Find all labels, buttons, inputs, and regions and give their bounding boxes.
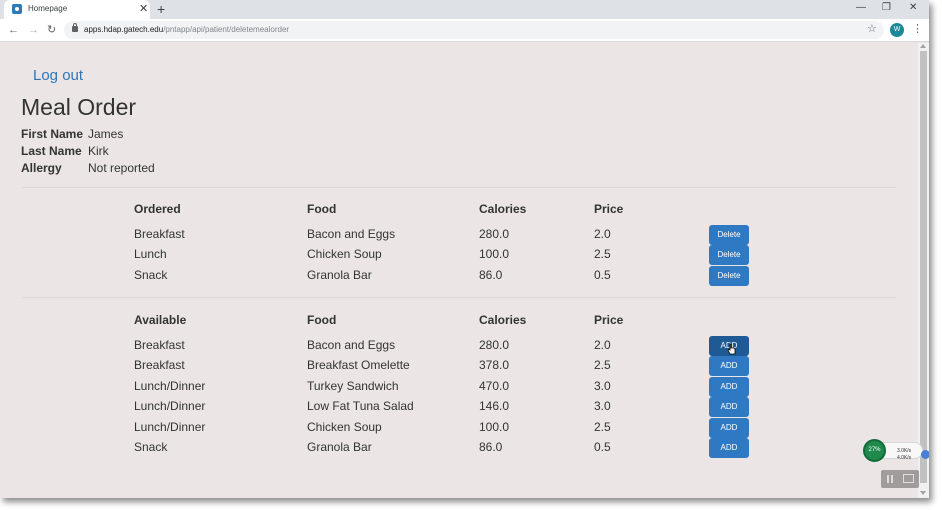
price-cell: 2.0: [594, 338, 611, 352]
last-name-label: Last Name: [21, 144, 82, 158]
ordered-header-calories: Calories: [479, 202, 527, 216]
tab-title: Homepage: [28, 4, 68, 13]
logout-link[interactable]: Log out: [33, 67, 83, 84]
minimize-icon[interactable]: —: [856, 1, 866, 15]
meal-cell: Snack: [134, 268, 168, 282]
divider: [22, 297, 896, 298]
page-title: Meal Order: [21, 94, 137, 120]
calories-cell: 280.0: [479, 227, 510, 241]
tab-homepage[interactable]: Homepage ✕: [4, 0, 150, 19]
food-cell: Granola Bar: [307, 440, 372, 454]
food-cell: Granola Bar: [307, 268, 372, 282]
food-cell: Bacon and Eggs: [307, 338, 396, 352]
back-arrow-icon[interactable]: ←: [8, 22, 19, 38]
delete-button[interactable]: Delete: [709, 225, 749, 245]
cpu-usage-badge: 27%: [863, 439, 886, 462]
allergy-value: Not reported: [88, 161, 155, 175]
more-menu-icon[interactable]: ⋮: [912, 22, 923, 36]
new-tab-button[interactable]: +: [157, 0, 165, 19]
calories-cell: 86.0: [479, 440, 503, 454]
calories-cell: 470.0: [479, 379, 510, 393]
scroll-thumb[interactable]: [920, 51, 927, 483]
vertical-scrollbar[interactable]: [918, 43, 929, 498]
price-cell: 2.5: [594, 247, 611, 261]
last-name-value: Kirk: [88, 144, 109, 158]
meal-cell: Breakfast: [134, 358, 185, 372]
available-header-food: Food: [307, 313, 337, 327]
network-monitor-widget[interactable]: 3.0K/s 4.0K/s 27%: [863, 439, 929, 462]
ordered-header-price: Price: [594, 202, 624, 216]
food-cell: Bacon and Eggs: [307, 227, 396, 241]
page-content: Log out Meal Order First Name James Last…: [0, 43, 918, 498]
add-button[interactable]: ADD: [709, 356, 749, 376]
delete-button[interactable]: Delete: [709, 245, 749, 265]
price-cell: 0.5: [594, 440, 611, 454]
url-text[interactable]: apps.hdap.gatech.edu/pntapp/api/patient/…: [84, 25, 289, 34]
price-cell: 2.5: [594, 358, 611, 372]
calories-cell: 146.0: [479, 399, 510, 413]
food-cell: Low Fat Tuna Salad: [307, 399, 414, 413]
close-window-icon[interactable]: ✕: [909, 1, 917, 15]
lock-icon[interactable]: [72, 23, 78, 32]
add-button[interactable]: ADD: [709, 418, 749, 438]
meal-cell: Lunch/Dinner: [134, 379, 206, 393]
browser-window: Homepage ✕ + — ❐ ✕ ← → ↻ apps.hdap.gatec…: [0, 0, 929, 498]
food-cell: Breakfast Omelette: [307, 358, 410, 372]
meal-cell: Lunch: [134, 247, 167, 261]
forward-arrow-icon[interactable]: →: [28, 22, 39, 38]
bookmark-star-icon[interactable]: ☆: [867, 22, 877, 36]
price-cell: 2.5: [594, 420, 611, 434]
food-cell: Chicken Soup: [307, 420, 382, 434]
available-header-price: Price: [594, 313, 624, 327]
meal-cell: Lunch/Dinner: [134, 420, 206, 434]
upload-speed: 3.0K/s: [897, 448, 912, 454]
meal-cell: Snack: [134, 440, 168, 454]
restore-icon[interactable]: ❐: [882, 1, 891, 15]
recording-controls: [881, 470, 919, 488]
price-cell: 3.0: [594, 399, 611, 413]
divider: [22, 187, 896, 188]
calories-cell: 100.0: [479, 247, 510, 261]
available-header-meal: Available: [134, 313, 187, 327]
profile-avatar[interactable]: W: [890, 23, 904, 37]
calories-cell: 86.0: [479, 268, 503, 282]
calories-cell: 378.0: [479, 358, 510, 372]
monitor-logo-icon: [921, 450, 929, 459]
screen-icon[interactable]: [903, 474, 914, 483]
add-button[interactable]: ADD: [709, 377, 749, 397]
browser-toolbar: ← → ↻ apps.hdap.gatech.edu/pntapp/api/pa…: [0, 19, 929, 42]
price-cell: 0.5: [594, 268, 611, 282]
ordered-header-meal: Ordered: [134, 202, 181, 216]
first-name-value: James: [88, 127, 124, 141]
download-speed: 4.0K/s: [897, 455, 912, 461]
available-header-calories: Calories: [479, 313, 527, 327]
pause-icon[interactable]: [887, 475, 893, 483]
favicon-icon: [12, 4, 22, 14]
food-cell: Chicken Soup: [307, 247, 382, 261]
address-bar[interactable]: apps.hdap.gatech.edu/pntapp/api/patient/…: [64, 21, 884, 39]
hand-cursor-icon: [727, 343, 736, 355]
ordered-header-food: Food: [307, 202, 337, 216]
calories-cell: 100.0: [479, 420, 510, 434]
tab-close-icon[interactable]: ✕: [139, 2, 148, 16]
add-button[interactable]: ADD: [709, 438, 749, 458]
price-cell: 2.0: [594, 227, 611, 241]
allergy-label: Allergy: [21, 161, 62, 175]
tab-strip: Homepage ✕ + — ❐ ✕: [0, 0, 929, 19]
add-button[interactable]: ADD: [709, 397, 749, 417]
first-name-label: First Name: [21, 127, 84, 141]
calories-cell: 280.0: [479, 338, 510, 352]
food-cell: Turkey Sandwich: [307, 379, 399, 393]
scroll-down-arrow-icon[interactable]: [920, 491, 926, 495]
meal-cell: Lunch/Dinner: [134, 399, 206, 413]
delete-button[interactable]: Delete: [709, 266, 749, 286]
price-cell: 3.0: [594, 379, 611, 393]
meal-cell: Breakfast: [134, 227, 185, 241]
meal-cell: Breakfast: [134, 338, 185, 352]
scroll-up-arrow-icon[interactable]: [920, 44, 926, 48]
reload-icon[interactable]: ↻: [47, 22, 56, 38]
